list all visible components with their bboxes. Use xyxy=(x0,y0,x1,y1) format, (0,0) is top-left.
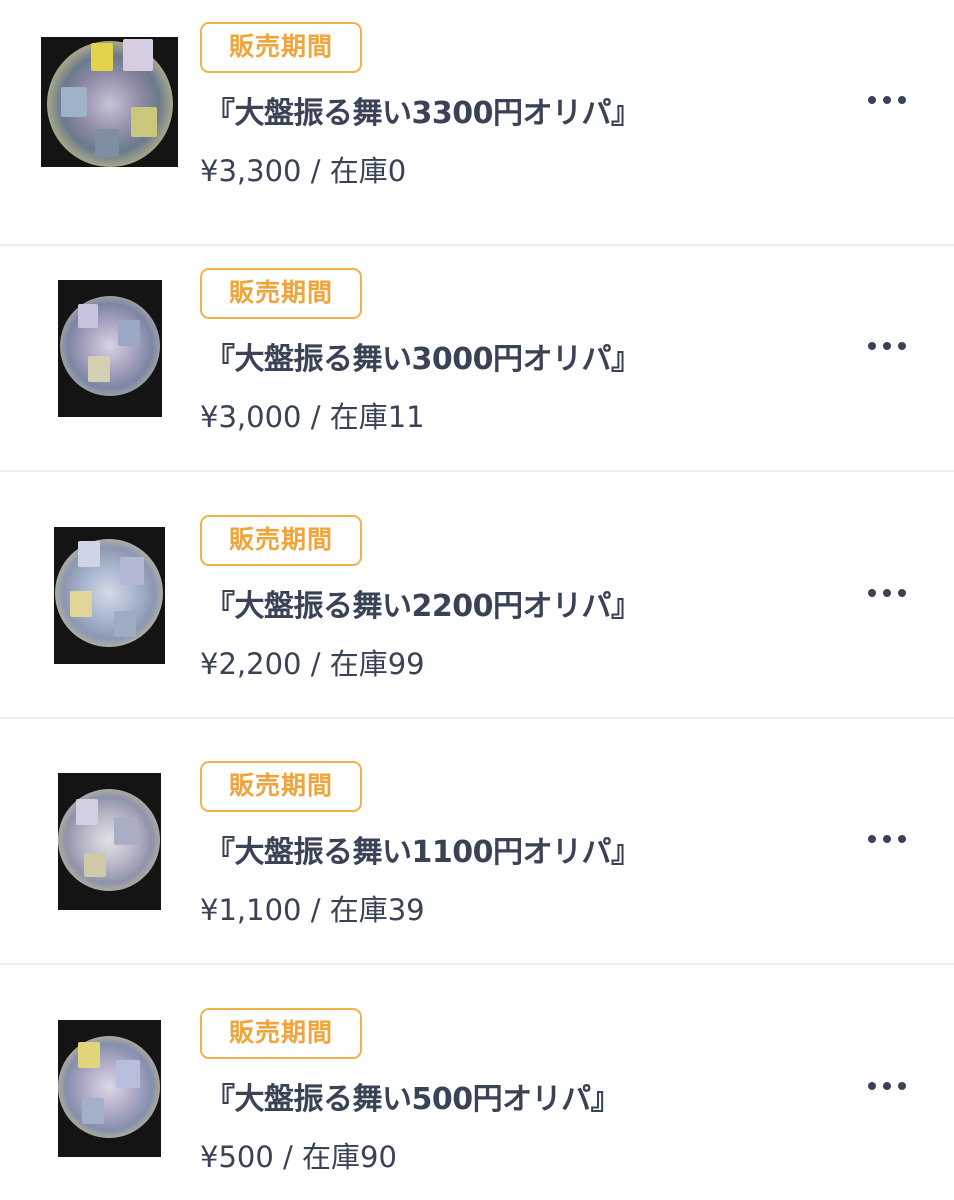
separator: / xyxy=(301,154,330,188)
more-options-icon[interactable] xyxy=(862,336,912,356)
list-item[interactable]: 販売期間 『大盤振る舞い1100円オリパ』 ¥1,100 / 在庫39 xyxy=(0,719,954,965)
more-options-icon[interactable] xyxy=(862,583,912,603)
product-title[interactable]: 『大盤振る舞い500円オリパ』 xyxy=(205,1074,621,1118)
product-thumbnail[interactable] xyxy=(41,37,178,167)
stock: 在庫11 xyxy=(329,400,425,434)
sales-period-badge: 販売期間 xyxy=(200,761,362,812)
separator: / xyxy=(301,893,330,927)
product-list: 販売期間 『大盤振る舞い3300円オリパ』 ¥3,300 / 在庫0 販売期間 … xyxy=(0,0,954,1200)
product-title[interactable]: 『大盤振る舞い3000円オリパ』 xyxy=(205,334,641,378)
separator: / xyxy=(301,400,330,434)
price: ¥1,100 xyxy=(200,893,302,927)
price-stock: ¥1,100 / 在庫39 xyxy=(200,887,425,929)
product-thumbnail[interactable] xyxy=(58,1020,161,1157)
sales-period-badge: 販売期間 xyxy=(200,22,362,73)
stock: 在庫39 xyxy=(329,893,425,927)
sales-period-badge: 販売期間 xyxy=(200,515,362,566)
more-options-icon[interactable] xyxy=(862,90,912,110)
price: ¥3,000 xyxy=(200,400,302,434)
stock: 在庫99 xyxy=(329,647,425,681)
separator: / xyxy=(301,647,330,681)
price-stock: ¥3,300 / 在庫0 xyxy=(200,148,406,190)
product-title[interactable]: 『大盤振る舞い1100円オリパ』 xyxy=(205,827,641,871)
product-title[interactable]: 『大盤振る舞い2200円オリパ』 xyxy=(205,581,641,625)
stock: 在庫90 xyxy=(302,1140,397,1174)
price: ¥2,200 xyxy=(200,647,302,681)
price: ¥500 xyxy=(200,1140,274,1174)
product-thumbnail[interactable] xyxy=(58,280,162,417)
more-options-icon[interactable] xyxy=(862,829,912,849)
divider xyxy=(0,470,954,472)
divider xyxy=(0,963,954,965)
more-options-icon[interactable] xyxy=(862,1076,912,1096)
product-thumbnail[interactable] xyxy=(58,773,161,910)
product-thumbnail[interactable] xyxy=(54,527,165,664)
price-stock: ¥2,200 / 在庫99 xyxy=(200,641,425,683)
stock: 在庫0 xyxy=(329,154,407,188)
list-item[interactable]: 販売期間 『大盤振る舞い3000円オリパ』 ¥3,000 / 在庫11 xyxy=(0,226,954,472)
price: ¥3,300 xyxy=(200,154,302,188)
list-item[interactable]: 販売期間 『大盤振る舞い500円オリパ』 ¥500 / 在庫90 xyxy=(0,966,954,1200)
product-title[interactable]: 『大盤振る舞い3300円オリパ』 xyxy=(205,88,641,132)
sales-period-badge: 販売期間 xyxy=(200,1008,362,1059)
list-item[interactable]: 販売期間 『大盤振る舞い2200円オリパ』 ¥2,200 / 在庫99 xyxy=(0,473,954,719)
separator: / xyxy=(273,1140,303,1174)
price-stock: ¥3,000 / 在庫11 xyxy=(200,394,425,436)
list-item[interactable]: 販売期間 『大盤振る舞い3300円オリパ』 ¥3,300 / 在庫0 xyxy=(0,0,954,246)
price-stock: ¥500 / 在庫90 xyxy=(200,1134,397,1176)
sales-period-badge: 販売期間 xyxy=(200,268,362,319)
